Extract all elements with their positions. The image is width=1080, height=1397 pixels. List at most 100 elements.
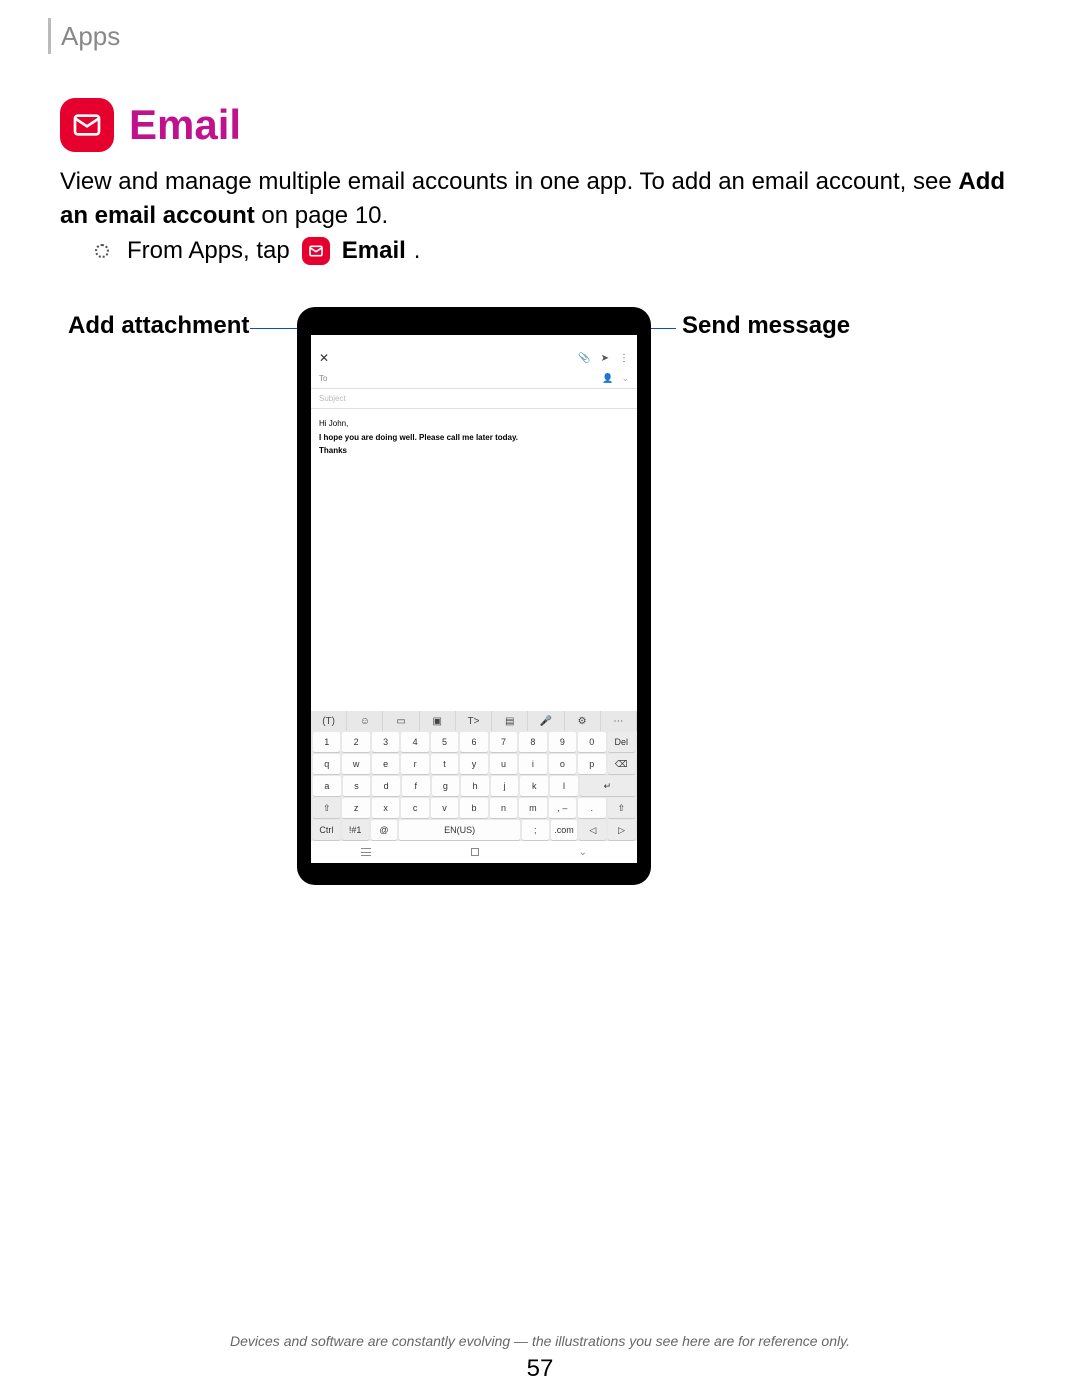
key-at[interactable]: @ — [371, 820, 398, 840]
device-screen: ✕ 📎 ➤ ⋮ To 👤 ⌄ Subject Hi John, I hope y… — [311, 335, 637, 863]
key-comma[interactable]: , – — [549, 798, 576, 818]
keyboard-toolbar: (T) ☺ ▭ ▣ T> ▤ 🎤 ⚙ ⋯ — [311, 711, 637, 731]
step-prefix: From Apps, tap — [127, 237, 290, 265]
key-shift-r[interactable]: ⇧ — [608, 798, 635, 818]
kbd-tool-0[interactable]: (T) — [311, 711, 347, 731]
key-q[interactable]: q — [313, 754, 340, 774]
body-line: I hope you are doing well. Please call m… — [319, 431, 629, 445]
key-right[interactable]: ▷ — [608, 820, 635, 840]
breadcrumb: Apps — [48, 18, 120, 54]
key-g[interactable]: g — [432, 776, 460, 796]
kbd-tool-8[interactable]: ⋯ — [601, 711, 637, 731]
step-instruction: From Apps, tap Email. — [95, 237, 420, 265]
key-1[interactable]: 1 — [313, 732, 340, 752]
email-app-icon-small — [302, 237, 330, 265]
key-d[interactable]: d — [372, 776, 400, 796]
key-f[interactable]: f — [402, 776, 430, 796]
key-left[interactable]: ◁ — [579, 820, 606, 840]
message-body[interactable]: Hi John, I hope you are doing well. Plea… — [311, 409, 637, 711]
key-y[interactable]: y — [460, 754, 487, 774]
key-semicolon[interactable]: ; — [522, 820, 549, 840]
key-6[interactable]: 6 — [460, 732, 487, 752]
kbd-tool-6[interactable]: 🎤 — [528, 711, 564, 731]
to-label: To — [319, 374, 327, 383]
kbd-row-3: a s d f g h j k l ↵ — [311, 775, 637, 797]
key-e[interactable]: e — [372, 754, 399, 774]
kbd-tool-1[interactable]: ☺ — [347, 711, 383, 731]
key-7[interactable]: 7 — [490, 732, 517, 752]
key-t[interactable]: t — [431, 754, 458, 774]
kbd-row-2: q w e r t y u i o p ⌫ — [311, 753, 637, 775]
attach-icon[interactable]: 📎 — [578, 353, 590, 364]
key-s[interactable]: s — [343, 776, 371, 796]
key-k[interactable]: k — [520, 776, 548, 796]
to-field[interactable]: To 👤 ⌄ — [311, 369, 637, 389]
key-u[interactable]: u — [490, 754, 517, 774]
section-header: Email — [60, 98, 241, 152]
breadcrumb-label: Apps — [61, 21, 120, 52]
step-app-name: Email — [342, 237, 406, 265]
callout-add-attachment: Add attachment — [68, 312, 249, 340]
key-del[interactable]: Del — [608, 732, 635, 752]
intro-text: View and manage multiple email accounts … — [60, 165, 1020, 232]
key-i[interactable]: i — [519, 754, 546, 774]
nav-back-icon[interactable]: ⌄ — [579, 847, 587, 858]
key-h[interactable]: h — [461, 776, 489, 796]
key-4[interactable]: 4 — [401, 732, 428, 752]
key-ctrl[interactable]: Ctrl — [313, 820, 340, 840]
send-icon[interactable]: ➤ — [601, 353, 609, 364]
key-5[interactable]: 5 — [431, 732, 458, 752]
kbd-tool-7[interactable]: ⚙ — [565, 711, 601, 731]
subject-field[interactable]: Subject — [311, 389, 637, 409]
email-app-icon — [60, 98, 114, 152]
key-w[interactable]: w — [342, 754, 369, 774]
breadcrumb-bar — [48, 18, 51, 54]
key-2[interactable]: 2 — [342, 732, 369, 752]
kbd-tool-3[interactable]: ▣ — [420, 711, 456, 731]
kbd-row-4: ⇧ z x c v b n m , – . ⇧ — [311, 797, 637, 819]
key-period[interactable]: . — [578, 798, 605, 818]
key-a[interactable]: a — [313, 776, 341, 796]
key-r[interactable]: r — [401, 754, 428, 774]
key-b[interactable]: b — [460, 798, 487, 818]
key-p[interactable]: p — [578, 754, 605, 774]
nav-recents-icon[interactable] — [361, 848, 371, 856]
body-greeting: Hi John, — [319, 417, 629, 431]
step-suffix: . — [414, 237, 421, 265]
status-bar — [311, 335, 637, 347]
key-j[interactable]: j — [491, 776, 519, 796]
kbd-tool-2[interactable]: ▭ — [383, 711, 419, 731]
device-frame: ✕ 📎 ➤ ⋮ To 👤 ⌄ Subject Hi John, I hope y… — [297, 307, 651, 885]
key-space[interactable]: EN(US) — [399, 820, 520, 840]
key-8[interactable]: 8 — [519, 732, 546, 752]
key-shift-l[interactable]: ⇧ — [313, 798, 340, 818]
expand-icon[interactable]: ⌄ — [621, 373, 629, 384]
key-sym[interactable]: !#1 — [342, 820, 369, 840]
compose-toolbar: ✕ 📎 ➤ ⋮ — [311, 347, 637, 369]
key-backspace[interactable]: ⌫ — [608, 754, 635, 774]
more-icon[interactable]: ⋮ — [619, 353, 629, 364]
key-9[interactable]: 9 — [549, 732, 576, 752]
nav-bar: ⌄ — [311, 841, 637, 863]
key-o[interactable]: o — [549, 754, 576, 774]
key-dotcom[interactable]: .com — [551, 820, 578, 840]
key-l[interactable]: l — [550, 776, 578, 796]
key-c[interactable]: c — [401, 798, 428, 818]
key-0[interactable]: 0 — [578, 732, 605, 752]
intro-part2: on page 10. — [255, 202, 388, 229]
step-bullet-icon — [95, 244, 109, 258]
contact-icon[interactable]: 👤 — [602, 373, 613, 384]
key-x[interactable]: x — [372, 798, 399, 818]
key-v[interactable]: v — [431, 798, 458, 818]
intro-part1: View and manage multiple email accounts … — [60, 168, 958, 195]
key-3[interactable]: 3 — [372, 732, 399, 752]
key-enter[interactable]: ↵ — [580, 776, 635, 796]
callout-send-message: Send message — [682, 312, 850, 340]
key-n[interactable]: n — [490, 798, 517, 818]
close-icon[interactable]: ✕ — [319, 351, 329, 365]
kbd-tool-5[interactable]: ▤ — [492, 711, 528, 731]
nav-home-icon[interactable] — [471, 848, 479, 856]
kbd-tool-4[interactable]: T> — [456, 711, 492, 731]
key-m[interactable]: m — [519, 798, 546, 818]
key-z[interactable]: z — [342, 798, 369, 818]
